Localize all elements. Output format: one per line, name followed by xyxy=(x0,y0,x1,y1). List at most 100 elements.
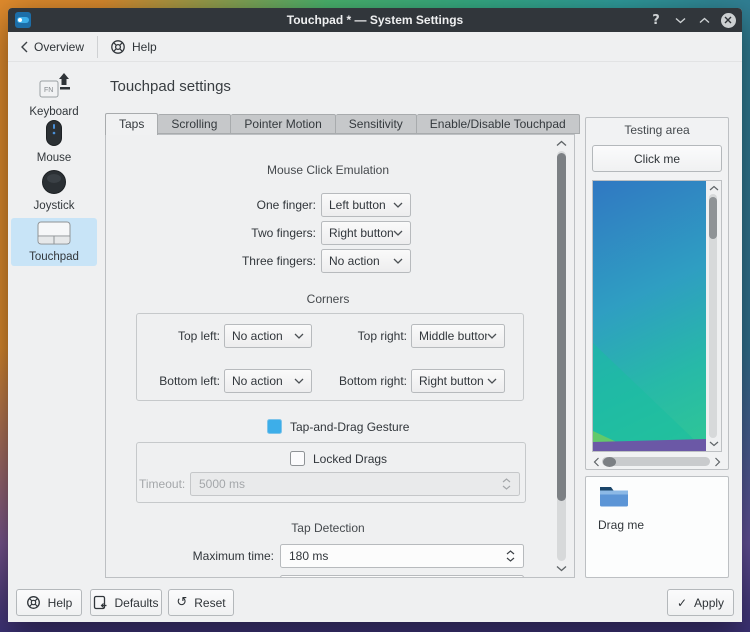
titlebar-help-button[interactable]: ? xyxy=(644,8,668,32)
window-title: Touchpad * — System Settings xyxy=(8,8,742,32)
chevron-down-icon xyxy=(487,333,497,339)
top-right-dropdown[interactable]: Middle button xyxy=(411,324,505,348)
help-lifebuoy-icon xyxy=(26,595,41,610)
sidebar-item-label: Mouse xyxy=(11,152,97,164)
spin-up-icon xyxy=(502,478,511,483)
form-scrollbar[interactable] xyxy=(553,135,570,577)
tab-pointer-motion[interactable]: Pointer Motion xyxy=(231,114,335,134)
reset-button[interactable]: ↺ Reset xyxy=(168,589,234,616)
sidebar-item-label: Touchpad xyxy=(11,251,97,263)
one-finger-label: One finger: xyxy=(106,193,316,217)
help-label: Help xyxy=(132,40,157,54)
system-settings-window: Touchpad * — System Settings ? Overview xyxy=(8,8,742,622)
chevron-down-icon xyxy=(675,17,686,24)
toolbar: Overview Help xyxy=(8,32,742,62)
drag-me-item[interactable]: Drag me xyxy=(598,483,644,532)
timeout-label: Timeout: xyxy=(139,472,184,496)
testing-scroll-content[interactable] xyxy=(593,181,706,451)
drag-me-label: Drag me xyxy=(598,518,644,532)
tap-and-drag-checkbox[interactable] xyxy=(267,419,282,434)
chevron-down-icon xyxy=(294,333,304,339)
scroll-up-icon[interactable] xyxy=(556,140,567,147)
locked-drags-groupbox: Locked Drags Timeout: 5000 ms xyxy=(136,442,526,503)
scroll-up-icon[interactable] xyxy=(709,185,719,191)
chevron-left-icon xyxy=(20,41,28,53)
help-lifebuoy-icon xyxy=(110,39,126,55)
chevron-down-icon xyxy=(393,202,403,208)
chevron-down-icon xyxy=(393,258,403,264)
testing-area-panel: Testing area Click me xyxy=(585,117,729,470)
chevron-down-icon xyxy=(294,378,304,384)
section-title-mouse-click-emulation: Mouse Click Emulation xyxy=(106,163,550,177)
keyboard-icon: FN xyxy=(37,71,71,101)
maximum-time-spinbox[interactable]: 180 ms xyxy=(280,544,524,568)
locked-drags-checkbox[interactable] xyxy=(290,451,305,466)
one-finger-dropdown[interactable]: Left button xyxy=(321,193,411,217)
testing-horizontal-thumb[interactable] xyxy=(603,457,616,467)
tab-enable-disable-touchpad[interactable]: Enable/Disable Touchpad xyxy=(417,114,580,134)
scroll-down-icon[interactable] xyxy=(556,565,567,572)
folder-icon xyxy=(598,483,630,509)
touchpad-icon xyxy=(37,221,71,246)
minimize-button[interactable] xyxy=(668,8,692,32)
bottom-left-label: Bottom left: xyxy=(137,369,220,393)
close-icon xyxy=(721,13,736,28)
section-title-corners: Corners xyxy=(106,292,550,306)
scroll-down-icon[interactable] xyxy=(709,441,719,447)
sidebar-item-keyboard[interactable]: FN Keyboard xyxy=(11,68,97,116)
chevron-down-icon xyxy=(487,378,497,384)
clipped-next-spinbox[interactable] xyxy=(280,575,524,578)
joystick-icon xyxy=(41,169,67,195)
click-me-button[interactable]: Click me xyxy=(592,145,722,172)
defaults-button[interactable]: Defaults xyxy=(90,589,162,616)
chevron-up-icon xyxy=(699,17,710,24)
testing-area-title: Testing area xyxy=(586,123,728,137)
testing-vertical-scrollbar[interactable] xyxy=(706,181,721,451)
spin-down-icon xyxy=(502,485,511,490)
two-fingers-dropdown[interactable]: Right button xyxy=(321,221,411,245)
overview-back-button[interactable]: Overview xyxy=(14,35,90,59)
chevron-down-icon xyxy=(393,230,403,236)
top-left-dropdown[interactable]: No action xyxy=(224,324,312,348)
close-button[interactable] xyxy=(716,8,740,32)
scroll-right-icon[interactable] xyxy=(714,457,721,467)
taps-tab-content: Mouse Click Emulation One finger: Left b… xyxy=(105,134,575,578)
svg-text:FN: FN xyxy=(44,87,53,94)
sidebar-item-label: Joystick xyxy=(11,200,97,212)
three-fingers-dropdown[interactable]: No action xyxy=(321,249,411,273)
bottom-right-dropdown[interactable]: Right button xyxy=(411,369,505,393)
three-fingers-label: Three fingers: xyxy=(106,249,316,273)
tab-sensitivity[interactable]: Sensitivity xyxy=(336,114,417,134)
toolbar-help-button[interactable]: Help xyxy=(104,35,163,59)
apply-button[interactable]: ✓ Apply xyxy=(667,589,734,616)
sidebar-item-touchpad[interactable]: Touchpad xyxy=(11,218,97,266)
overview-label: Overview xyxy=(34,40,84,54)
spin-down-icon[interactable] xyxy=(506,557,515,562)
drag-me-panel: Drag me xyxy=(585,476,729,578)
locked-drags-label: Locked Drags xyxy=(313,452,387,467)
two-fingers-label: Two fingers: xyxy=(106,221,316,245)
tab-scrolling[interactable]: Scrolling xyxy=(158,114,231,134)
spin-up-icon[interactable] xyxy=(506,550,515,555)
undo-icon: ↺ xyxy=(176,596,187,609)
sidebar-item-mouse[interactable]: Mouse xyxy=(11,116,97,166)
toolbar-separator xyxy=(97,36,98,58)
form-scrollbar-thumb[interactable] xyxy=(557,153,566,501)
testing-horizontal-scrollbar[interactable] xyxy=(592,455,722,468)
checkmark-icon: ✓ xyxy=(677,596,687,610)
testing-scroll-viewport xyxy=(592,180,722,452)
scroll-left-icon[interactable] xyxy=(593,457,600,467)
page-title: Touchpad settings xyxy=(110,78,231,95)
section-title-tap-detection: Tap Detection xyxy=(106,521,550,535)
tab-bar: Taps Scrolling Pointer Motion Sensitivit… xyxy=(105,113,580,134)
titlebar[interactable]: Touchpad * — System Settings ? xyxy=(8,8,742,32)
testing-vertical-thumb[interactable] xyxy=(709,197,717,239)
bottom-right-label: Bottom right: xyxy=(327,369,407,393)
timeout-spinbox: 5000 ms xyxy=(190,472,520,496)
tab-taps[interactable]: Taps xyxy=(105,113,158,135)
bottom-left-dropdown[interactable]: No action xyxy=(224,369,312,393)
tap-and-drag-label: Tap-and-Drag Gesture xyxy=(290,420,409,435)
maximize-button[interactable] xyxy=(692,8,716,32)
sidebar-item-joystick[interactable]: Joystick xyxy=(11,166,97,216)
help-button[interactable]: Help xyxy=(16,589,82,616)
